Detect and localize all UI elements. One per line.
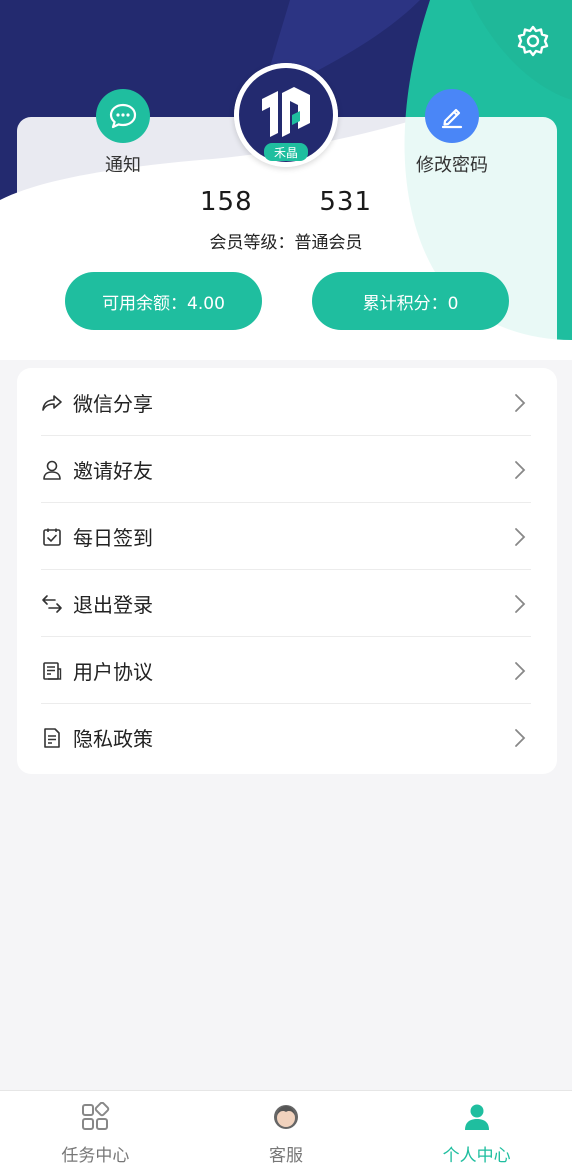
menu-item-privacy-policy[interactable]: 隐私政策 bbox=[41, 704, 531, 771]
chevron-right-icon bbox=[515, 594, 526, 613]
chevron-right-icon bbox=[515, 661, 526, 680]
chevron-right-icon bbox=[515, 728, 526, 747]
menu-card: 微信分享 邀请好友 每日签到 退出登录 用户协议 隐私政策 bbox=[17, 368, 557, 774]
notify-circle bbox=[96, 89, 150, 143]
menu-item-label: 微信分享 bbox=[73, 392, 153, 416]
phone-number: 158 531 bbox=[200, 186, 372, 218]
user-icon bbox=[41, 459, 63, 481]
avatar-badge-text: 禾晶 bbox=[274, 146, 298, 160]
settings-button[interactable] bbox=[516, 24, 550, 58]
phone-mask bbox=[252, 187, 320, 217]
gear-icon bbox=[517, 25, 549, 57]
tab-label: 客服 bbox=[269, 1146, 303, 1166]
menu-item-label: 隐私政策 bbox=[73, 727, 153, 751]
person-icon bbox=[461, 1101, 493, 1133]
menu-item-user-agreement[interactable]: 用户协议 bbox=[41, 637, 531, 704]
chevron-right-icon bbox=[515, 393, 526, 412]
calendar-check-icon bbox=[41, 526, 63, 548]
tab-customer-service[interactable]: 客服 bbox=[191, 1091, 382, 1170]
notify-label: 通知 bbox=[105, 155, 141, 176]
change-password-circle bbox=[425, 89, 479, 143]
share-icon bbox=[41, 392, 63, 414]
menu-item-wechat-share[interactable]: 微信分享 bbox=[41, 369, 531, 436]
grid-icon bbox=[79, 1101, 111, 1133]
tab-label: 任务中心 bbox=[61, 1146, 130, 1166]
tab-bar: 任务中心 客服 个人中心 bbox=[0, 1090, 572, 1170]
phone-suffix: 531 bbox=[319, 187, 372, 217]
points-button[interactable]: 累计积分：0 bbox=[312, 272, 509, 330]
change-password-label: 修改密码 bbox=[416, 155, 488, 176]
menu-item-label: 退出登录 bbox=[73, 593, 153, 617]
document-icon bbox=[41, 660, 63, 682]
chevron-right-icon bbox=[515, 527, 526, 546]
notify-button[interactable]: 通知 bbox=[90, 89, 156, 177]
swap-arrows-icon bbox=[41, 593, 63, 615]
policy-icon bbox=[41, 727, 63, 749]
menu-item-daily-checkin[interactable]: 每日签到 bbox=[41, 503, 531, 570]
chat-bubble-icon bbox=[109, 103, 137, 129]
menu-item-label: 邀请好友 bbox=[73, 459, 153, 483]
change-password-button[interactable]: 修改密码 bbox=[402, 89, 502, 177]
phone-prefix: 158 bbox=[200, 187, 253, 217]
customer-service-icon bbox=[270, 1101, 302, 1133]
tab-label: 个人中心 bbox=[442, 1146, 511, 1166]
tab-task-center[interactable]: 任务中心 bbox=[0, 1091, 191, 1170]
menu-item-logout[interactable]: 退出登录 bbox=[41, 570, 531, 637]
avatar[interactable]: 禾晶 bbox=[234, 63, 338, 167]
pencil-icon bbox=[441, 108, 463, 129]
menu-item-label: 用户协议 bbox=[73, 660, 153, 684]
menu-item-invite-friends[interactable]: 邀请好友 bbox=[41, 436, 531, 503]
chevron-right-icon bbox=[515, 460, 526, 479]
brand-logo-icon: 禾晶 bbox=[234, 63, 338, 167]
tab-personal-center[interactable]: 个人中心 bbox=[381, 1091, 572, 1170]
menu-item-label: 每日签到 bbox=[73, 526, 153, 550]
member-level: 会员等级：普通会员 bbox=[209, 233, 363, 253]
balance-button[interactable]: 可用余额：4.00 bbox=[65, 272, 262, 330]
